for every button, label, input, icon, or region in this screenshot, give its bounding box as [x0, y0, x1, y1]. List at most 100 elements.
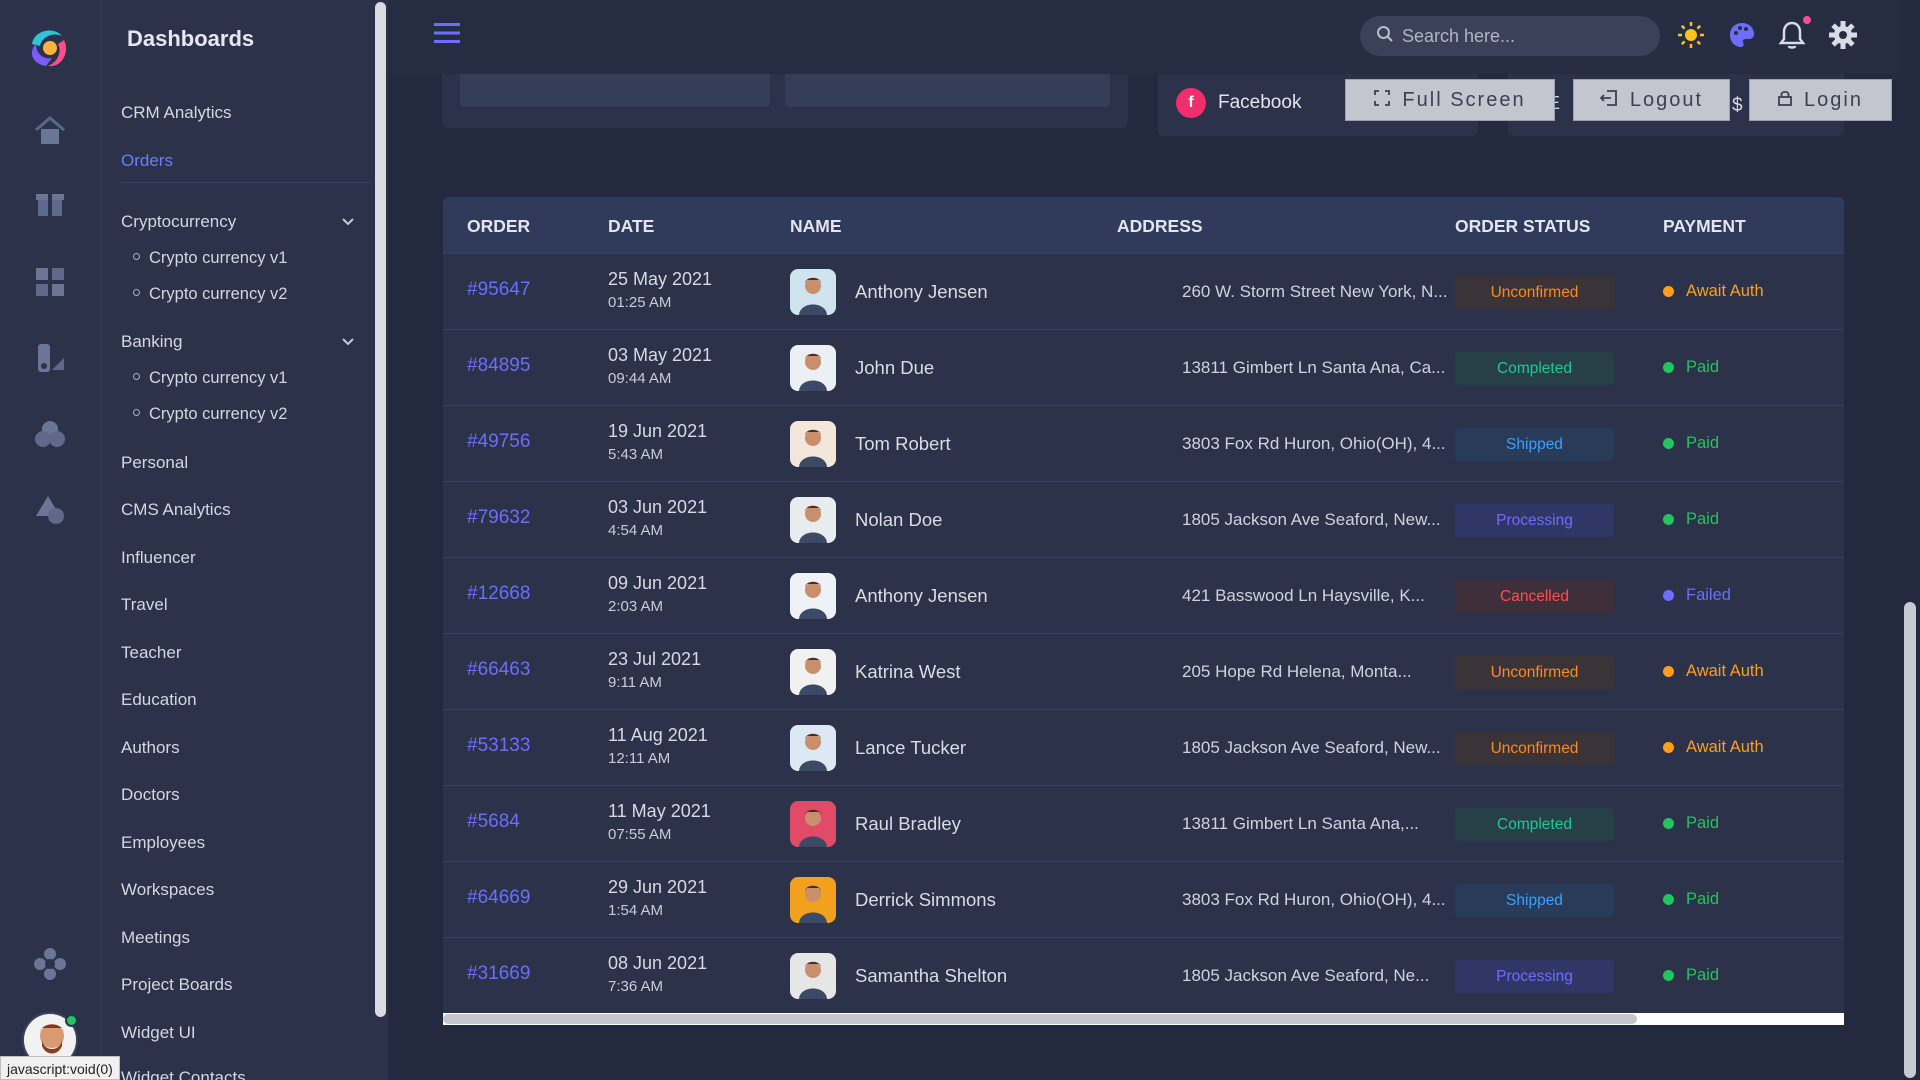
order-id-link[interactable]: #84895 — [467, 355, 530, 377]
customer-name: Samantha Shelton — [855, 965, 1008, 986]
column-header-date[interactable]: DATE — [608, 216, 654, 237]
sidebar-subitem-banking-v1[interactable]: Crypto currency v1 — [133, 369, 287, 388]
order-id-link[interactable]: #31669 — [467, 963, 530, 985]
scrollbar-thumb[interactable] — [1904, 602, 1916, 1078]
payment-status: Failed — [1663, 586, 1731, 605]
sidebar-item-cryptocurrency[interactable]: Cryptocurrency — [121, 212, 236, 232]
logout-button[interactable]: Logout — [1573, 79, 1730, 121]
order-id-link[interactable]: #66463 — [467, 659, 530, 681]
column-header-address[interactable]: ADDRESS — [1117, 216, 1203, 237]
table-horizontal-scrollbar[interactable] — [443, 1013, 1844, 1025]
payment-status: Paid — [1663, 434, 1719, 453]
customer-address: 1805 Jackson Ave Seaford, New... — [1182, 738, 1441, 757]
sidebar-item-banking[interactable]: Banking — [121, 332, 182, 352]
sidebar-item-cms-analytics[interactable]: CMS Analytics — [121, 500, 231, 520]
sidebar-subitem-banking-v2[interactable]: Crypto currency v2 — [133, 405, 287, 424]
sidebar-item-education[interactable]: Education — [121, 690, 197, 710]
table-row[interactable]: #66463 23 Jul 2021 9:11 AM Katrina West 205 … — [443, 633, 1844, 709]
sidebar-item-project-boards[interactable]: Project Boards — [121, 975, 233, 995]
search-input[interactable] — [1402, 25, 1632, 47]
column-header-order-status[interactable]: ORDER STATUS — [1455, 216, 1590, 237]
chart-icon[interactable] — [30, 338, 70, 378]
sidebar-scrollbar[interactable] — [375, 2, 386, 1017]
payment-label: Paid — [1686, 890, 1720, 908]
payment-label: Paid — [1686, 358, 1720, 376]
payment-label: Paid — [1686, 966, 1720, 984]
sidebar-item-widget-ui[interactable]: Widget UI — [121, 1023, 196, 1043]
sidebar-title: Dashboards — [127, 26, 255, 51]
bell-icon[interactable] — [1777, 20, 1807, 50]
sidebar-item-doctors[interactable]: Doctors — [121, 785, 180, 805]
scrollbar-thumb[interactable] — [443, 1014, 1637, 1024]
order-date: 11 Aug 2021 — [608, 725, 708, 745]
table-row[interactable]: #79632 03 Jun 2021 4:54 AM Nolan Doe 1805 Ja… — [443, 481, 1844, 557]
search-box[interactable] — [1360, 16, 1660, 56]
gift-icon[interactable] — [30, 182, 70, 222]
sidebar-item-authors[interactable]: Authors — [121, 738, 180, 758]
sidebar-subitem-crypto-v2[interactable]: Crypto currency v2 — [133, 285, 287, 304]
order-id-link[interactable]: #12668 — [467, 583, 530, 605]
order-time: 5:43 AM — [608, 446, 664, 463]
dashboard-grid-icon[interactable] — [30, 262, 70, 302]
palette-icon[interactable] — [1727, 20, 1757, 50]
page-scrollbar[interactable] — [1900, 0, 1920, 1080]
order-id-link[interactable]: #79632 — [467, 507, 530, 529]
order-id-link[interactable]: #95647 — [467, 279, 530, 301]
settings-flower-icon[interactable] — [30, 944, 70, 984]
facebook-item[interactable]: f Facebook — [1176, 88, 1301, 118]
order-id-link[interactable]: #53133 — [467, 735, 530, 757]
gear-icon[interactable] — [1828, 20, 1858, 50]
users-icon[interactable] — [30, 414, 70, 454]
sidebar-item-employees[interactable]: Employees — [121, 833, 205, 853]
shapes-icon[interactable] — [30, 490, 70, 530]
table-row[interactable]: #95647 25 May 2021 01:25 AM Anthony Jensen 2… — [443, 253, 1844, 329]
table-row[interactable]: #31669 08 Jun 2021 7:36 AM Samantha Shelton… — [443, 937, 1844, 1013]
customer-address: 1805 Jackson Ave Seaford, New... — [1182, 510, 1441, 529]
order-date: 03 Jun 2021 — [608, 497, 708, 517]
app-logo-icon[interactable] — [24, 22, 74, 72]
menu-icon[interactable] — [434, 22, 460, 44]
sidebar-item-teacher[interactable]: Teacher — [121, 643, 181, 663]
table-row[interactable]: #53133 11 Aug 2021 12:11 AM Lance Tucker 180… — [443, 709, 1844, 785]
column-header-name[interactable]: NAME — [790, 216, 842, 237]
sidebar-item-influencer[interactable]: Influencer — [121, 548, 196, 568]
fullscreen-button[interactable]: Full Screen — [1345, 79, 1555, 121]
order-time: 07:55 AM — [608, 826, 672, 843]
sidebar-item-meetings[interactable]: Meetings — [121, 928, 190, 948]
table-row[interactable]: #12668 09 Jun 2021 2:03 AM Anthony Jensen 42… — [443, 557, 1844, 633]
table-row[interactable]: #5684 11 May 2021 07:55 AM Raul Bradley 1381… — [443, 785, 1844, 861]
order-id-link[interactable]: #5684 — [467, 811, 520, 833]
chevron-down-icon[interactable] — [341, 214, 355, 228]
sidebar-item-widget-contacts[interactable]: Widget Contacts — [121, 1068, 246, 1080]
sidebar-item-crm-analytics[interactable]: CRM Analytics — [121, 103, 232, 123]
sidebar-item-orders[interactable]: Orders — [121, 151, 173, 171]
customer-name: Anthony Jensen — [855, 281, 988, 302]
table-row[interactable]: #84895 03 May 2021 09:44 AM John Due 13811 G… — [443, 329, 1844, 405]
sidebar-item-travel[interactable]: Travel — [121, 595, 168, 615]
payment-status-dot — [1663, 590, 1674, 601]
sidebar-item-workspaces[interactable]: Workspaces — [121, 880, 214, 900]
order-id-link[interactable]: #49756 — [467, 431, 530, 453]
column-header-order[interactable]: ORDER — [467, 216, 530, 237]
card-placeholder — [785, 74, 1110, 107]
order-status-badge: Cancelled — [1455, 580, 1614, 613]
payment-label: Paid — [1686, 510, 1720, 528]
login-label: Login — [1804, 88, 1863, 111]
chevron-down-icon[interactable] — [341, 334, 355, 348]
column-header-payment[interactable]: PAYMENT — [1663, 216, 1746, 237]
order-time: 4:54 AM — [608, 522, 664, 539]
payment-label: Await Auth — [1686, 738, 1764, 756]
customer-address: 3803 Fox Rd Huron, Ohio(OH), 4... — [1182, 434, 1446, 453]
customer-avatar — [790, 953, 836, 999]
sidebar-subitem-crypto-v1[interactable]: Crypto currency v1 — [133, 249, 287, 268]
order-id-link[interactable]: #64669 — [467, 887, 530, 909]
home-icon[interactable] — [30, 110, 70, 150]
table-row[interactable]: #49756 19 Jun 2021 5:43 AM Tom Robert 3803 F… — [443, 405, 1844, 481]
browser-status-bar: javascript:void(0) — [0, 1056, 120, 1080]
customer-avatar — [790, 269, 836, 315]
logout-label: Logout — [1629, 88, 1704, 111]
sun-icon[interactable] — [1676, 20, 1706, 50]
sidebar-item-personal[interactable]: Personal — [121, 453, 188, 473]
login-button[interactable]: Login — [1749, 79, 1892, 121]
table-row[interactable]: #64669 29 Jun 2021 1:54 AM Derrick Simmons 3… — [443, 861, 1844, 937]
